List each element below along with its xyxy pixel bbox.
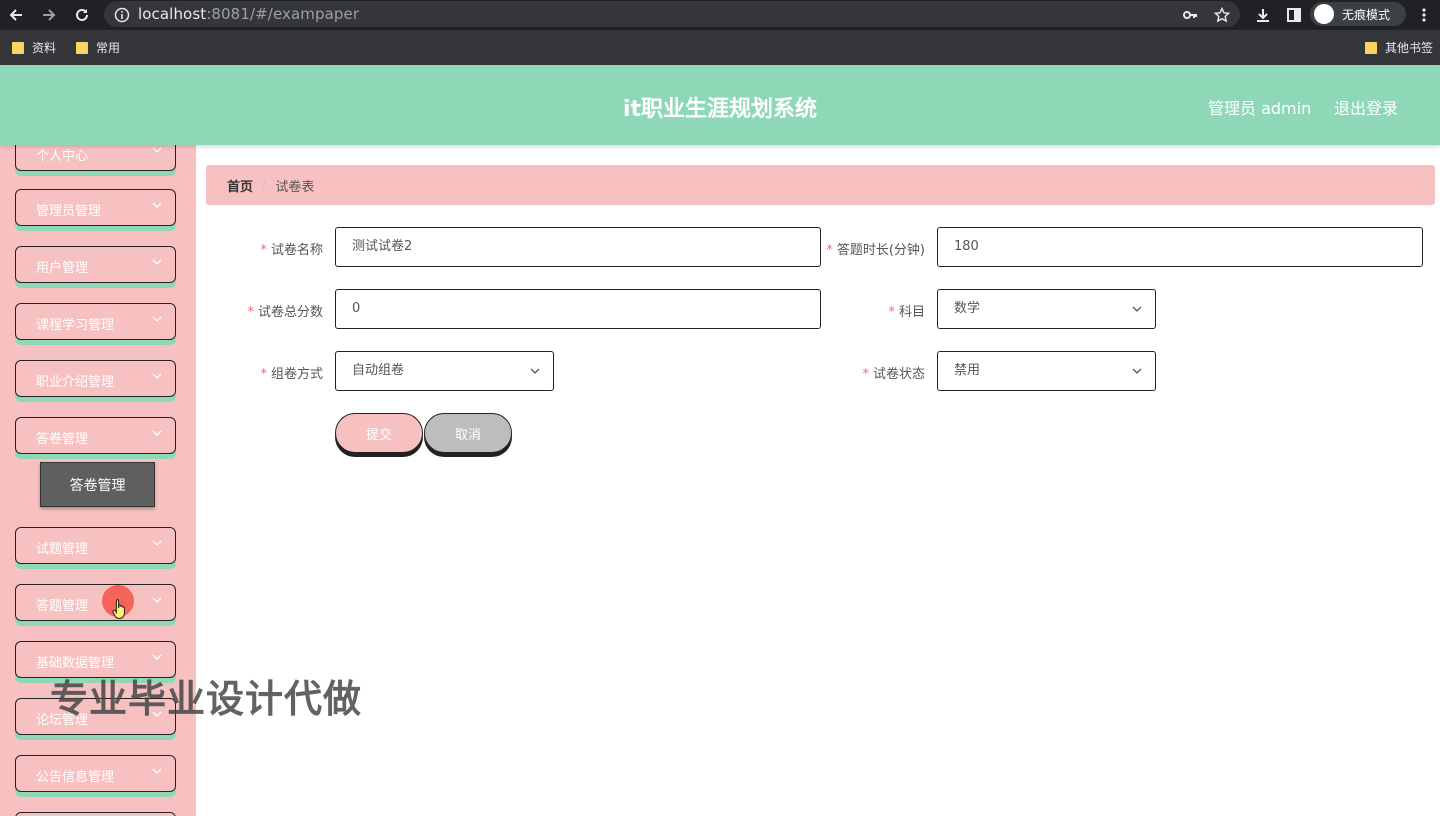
sidebar-item-user-management[interactable]: 用户管理	[15, 246, 176, 283]
sidebar-item-label: 个人中心	[36, 149, 89, 164]
subject-label: * 科目	[800, 301, 925, 320]
chevron-down-icon	[152, 540, 162, 546]
sidebar-item-label: 管理员管理	[36, 204, 102, 219]
sidebar-item-answer-sheet-management[interactable]: 答卷管理	[15, 417, 176, 454]
sidebar-item-answer-management[interactable]: 答题管理	[15, 584, 176, 621]
incognito-icon	[1314, 4, 1334, 24]
chevron-down-icon	[152, 147, 162, 153]
current-user: 管理员 admin	[1208, 99, 1312, 118]
back-icon[interactable]	[4, 3, 28, 27]
sidebar-item-admin-management[interactable]: 管理员管理	[15, 189, 176, 226]
bookmark-label: 资料	[32, 41, 57, 55]
subject-select[interactable]: 数学	[937, 289, 1156, 329]
required-mark: *	[247, 305, 254, 320]
sidebar-item-personal-center[interactable]: 个人中心	[15, 145, 176, 171]
required-mark: *	[826, 243, 833, 258]
label-text: 试卷状态	[872, 367, 925, 382]
side-panel-icon[interactable]	[1282, 3, 1306, 27]
select-value: 数学	[954, 301, 981, 316]
reload-icon[interactable]	[70, 3, 94, 27]
sidebar-item-more[interactable]	[15, 812, 176, 816]
breadcrumb-separator: /	[262, 177, 267, 193]
sidebar-item-label: 课程学习管理	[36, 318, 115, 333]
sidebar-item-label: 用户管理	[36, 261, 89, 276]
logout-link[interactable]: 退出登录	[1334, 95, 1398, 119]
breadcrumb: 首页 / 试卷表	[206, 165, 1435, 205]
paper-name-input[interactable]: 测试试卷2	[335, 227, 821, 267]
total-score-input[interactable]: 0	[335, 289, 821, 329]
cancel-button[interactable]: 取消	[424, 413, 512, 453]
sidebar-item-label: 试题管理	[36, 542, 89, 557]
label-text: 试卷总分数	[257, 305, 323, 320]
key-icon[interactable]	[1178, 3, 1202, 27]
menu-kebab-icon[interactable]	[1412, 3, 1436, 27]
sidebar-item-course-management[interactable]: 课程学习管理	[15, 303, 176, 340]
chevron-down-icon	[1132, 306, 1142, 312]
sidebar-item-career-management[interactable]: 职业介绍管理	[15, 360, 176, 397]
bookmark-label: 其他书签	[1385, 41, 1434, 55]
status-label: * 试卷状态	[800, 363, 925, 382]
required-mark: *	[862, 367, 869, 382]
required-mark: *	[260, 243, 267, 258]
forward-icon[interactable]	[37, 3, 61, 27]
submit-button[interactable]: 提交	[335, 413, 423, 453]
label-text: 试卷名称	[270, 243, 323, 258]
label-text: 科目	[898, 305, 925, 320]
chevron-down-icon	[1132, 368, 1142, 374]
sidebar-item-notice-management[interactable]: 公告信息管理	[15, 755, 176, 792]
folder-icon	[1365, 41, 1377, 54]
bookmarks-bar: 资料 常用 其他书签	[0, 30, 1440, 65]
submenu-item-answer-sheet[interactable]: 答卷管理	[40, 462, 155, 507]
chevron-down-icon	[152, 259, 162, 265]
sidebar-item-label: 公告信息管理	[36, 770, 115, 785]
required-mark: *	[888, 305, 895, 320]
sidebar-item-question-management[interactable]: 试题管理	[15, 527, 176, 564]
label-text: 答题时长(分钟)	[836, 243, 925, 258]
select-value: 自动组卷	[352, 363, 405, 378]
url-path: :8081/#/exampaper	[206, 5, 360, 23]
app-header: it职业生涯规划系统 管理员 admin 退出登录	[0, 65, 1440, 145]
incognito-badge[interactable]: 无痕模式	[1310, 2, 1406, 26]
chevron-down-icon	[152, 768, 162, 774]
status-select[interactable]: 禁用	[937, 351, 1156, 391]
watermark: 专业毕业设计代做	[50, 677, 363, 721]
breadcrumb-home[interactable]: 首页	[227, 176, 253, 195]
other-bookmarks[interactable]: 其他书签	[1365, 39, 1433, 56]
sidebar-item-label: 答卷管理	[36, 432, 89, 447]
duration-label: * 答题时长(分钟)	[800, 239, 925, 258]
hand-cursor-icon	[112, 599, 125, 619]
sidebar-item-label: 职业介绍管理	[36, 375, 115, 390]
paper-name-label: * 试卷名称	[206, 239, 323, 258]
select-value: 禁用	[954, 363, 981, 378]
required-mark: *	[260, 367, 267, 382]
incognito-label: 无痕模式	[1342, 7, 1391, 22]
duration-input[interactable]: 180	[937, 227, 1423, 267]
url-text: localhost:8081/#/exampaper	[138, 5, 359, 23]
chevron-down-icon	[152, 373, 162, 379]
bookmark-folder[interactable]: 常用	[76, 39, 120, 56]
browser-toolbar: localhost:8081/#/exampaper 无痕模式	[0, 0, 1440, 30]
sidebar-item-label: 答题管理	[36, 599, 89, 614]
chevron-down-icon	[530, 368, 540, 374]
info-icon[interactable]	[110, 3, 134, 27]
chevron-down-icon	[152, 202, 162, 208]
chevron-down-icon	[152, 316, 162, 322]
download-icon[interactable]	[1251, 3, 1275, 27]
url-host: localhost	[138, 5, 207, 23]
folder-icon	[12, 41, 24, 54]
label-text: 组卷方式	[270, 367, 323, 382]
bookmark-folder[interactable]: 资料	[12, 39, 56, 56]
chevron-down-icon	[152, 597, 162, 603]
chevron-down-icon	[152, 654, 162, 660]
total-score-label: * 试卷总分数	[206, 301, 323, 320]
bookmark-label: 常用	[96, 41, 121, 55]
chevron-down-icon	[152, 430, 162, 436]
breadcrumb-current: 试卷表	[275, 179, 315, 195]
compose-method-select[interactable]: 自动组卷	[335, 351, 554, 391]
star-icon[interactable]	[1210, 3, 1234, 27]
compose-method-label: * 组卷方式	[206, 363, 323, 382]
folder-icon	[76, 41, 88, 54]
